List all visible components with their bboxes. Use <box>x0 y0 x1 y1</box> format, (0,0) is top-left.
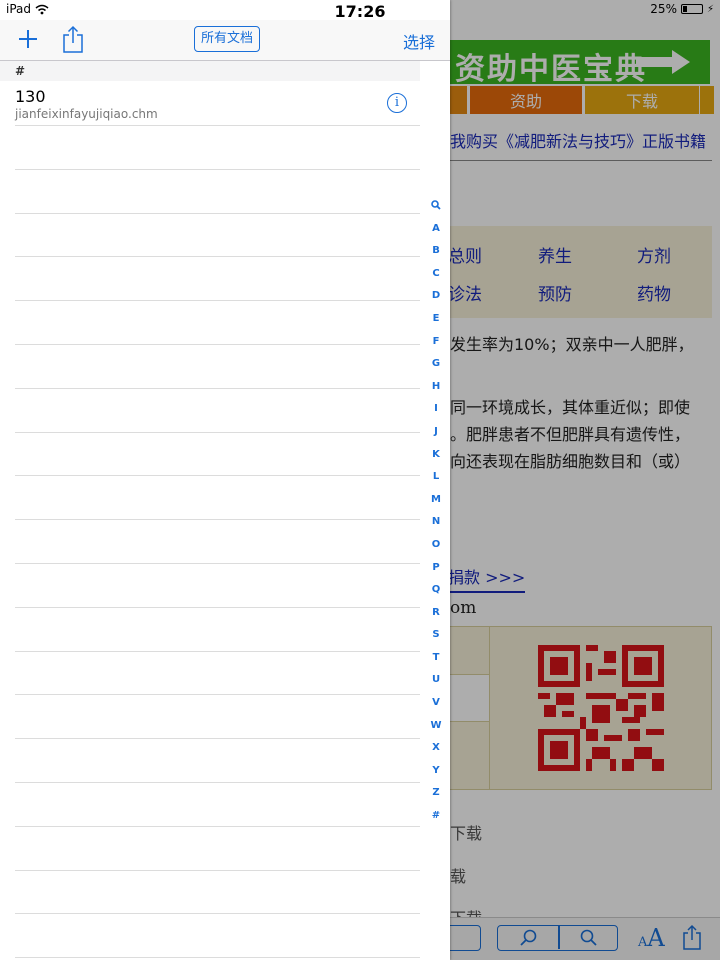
index-letter[interactable]: S <box>426 624 446 647</box>
index-letter[interactable]: G <box>426 353 446 376</box>
share-icon[interactable] <box>62 25 84 53</box>
index-letter[interactable]: V <box>426 692 446 715</box>
row-separator <box>15 300 420 301</box>
index-letter[interactable]: K <box>426 444 446 467</box>
add-icon[interactable] <box>15 26 41 52</box>
select-button[interactable]: 选择 <box>403 29 435 53</box>
info-icon[interactable]: i <box>387 93 407 113</box>
index-letter[interactable]: B <box>426 240 446 263</box>
index-letter[interactable]: E <box>426 308 446 331</box>
documents-panel: iPad 所有文档 选择 # 130 jianfeixinfayujiqiao.… <box>0 0 450 960</box>
row-separator <box>15 913 420 914</box>
index-letter[interactable]: D <box>426 285 446 308</box>
row-separator <box>15 826 420 827</box>
all-documents-button[interactable]: 所有文档 <box>194 26 261 52</box>
row-separator <box>15 870 420 871</box>
alphabet-index[interactable]: A B C D E F G H I J K L M N O P Q R S T U V W X Y Z # <box>426 195 446 828</box>
document-filename: jianfeixinfayujiqiao.chm <box>15 107 158 121</box>
index-letter[interactable]: O <box>426 534 446 557</box>
row-separator <box>15 125 420 126</box>
nav-bar: 所有文档 选择 <box>0 20 450 61</box>
document-title: 130 <box>15 87 46 106</box>
section-header-label: # <box>15 64 26 78</box>
section-header: # <box>0 61 420 81</box>
index-letter[interactable]: T <box>426 647 446 670</box>
row-separator <box>15 694 420 695</box>
index-letter[interactable]: M <box>426 489 446 512</box>
index-letter[interactable]: Z <box>426 782 446 805</box>
row-separator <box>15 388 420 389</box>
row-separator <box>15 256 420 257</box>
index-letter[interactable]: C <box>426 263 446 286</box>
row-separator <box>15 519 420 520</box>
index-letter[interactable]: Q <box>426 579 446 602</box>
row-separator <box>15 475 420 476</box>
index-letter[interactable]: A <box>426 218 446 241</box>
index-letter[interactable]: W <box>426 715 446 738</box>
status-time: 17:26 <box>334 2 386 21</box>
index-letter[interactable]: U <box>426 669 446 692</box>
index-letter[interactable]: I <box>426 398 446 421</box>
index-letter[interactable]: R <box>426 602 446 625</box>
document-row[interactable]: 130 jianfeixinfayujiqiao.chm i <box>0 81 420 125</box>
index-letter[interactable]: F <box>426 331 446 354</box>
row-separator <box>15 563 420 564</box>
row-separator <box>15 651 420 652</box>
index-letter[interactable]: Y <box>426 760 446 783</box>
row-separator <box>15 169 420 170</box>
row-separator <box>15 957 420 958</box>
row-separator <box>15 607 420 608</box>
index-letter[interactable]: J <box>426 421 446 444</box>
index-letter[interactable]: H <box>426 376 446 399</box>
index-letter[interactable]: N <box>426 511 446 534</box>
index-letter[interactable]: X <box>426 737 446 760</box>
row-separator <box>15 213 420 214</box>
row-separator <box>15 738 420 739</box>
index-search-icon[interactable] <box>426 195 446 218</box>
index-letter[interactable]: L <box>426 466 446 489</box>
row-separator <box>15 344 420 345</box>
row-separator <box>15 782 420 783</box>
index-letter[interactable]: # <box>426 805 446 828</box>
row-separator <box>15 432 420 433</box>
index-letter[interactable]: P <box>426 557 446 580</box>
